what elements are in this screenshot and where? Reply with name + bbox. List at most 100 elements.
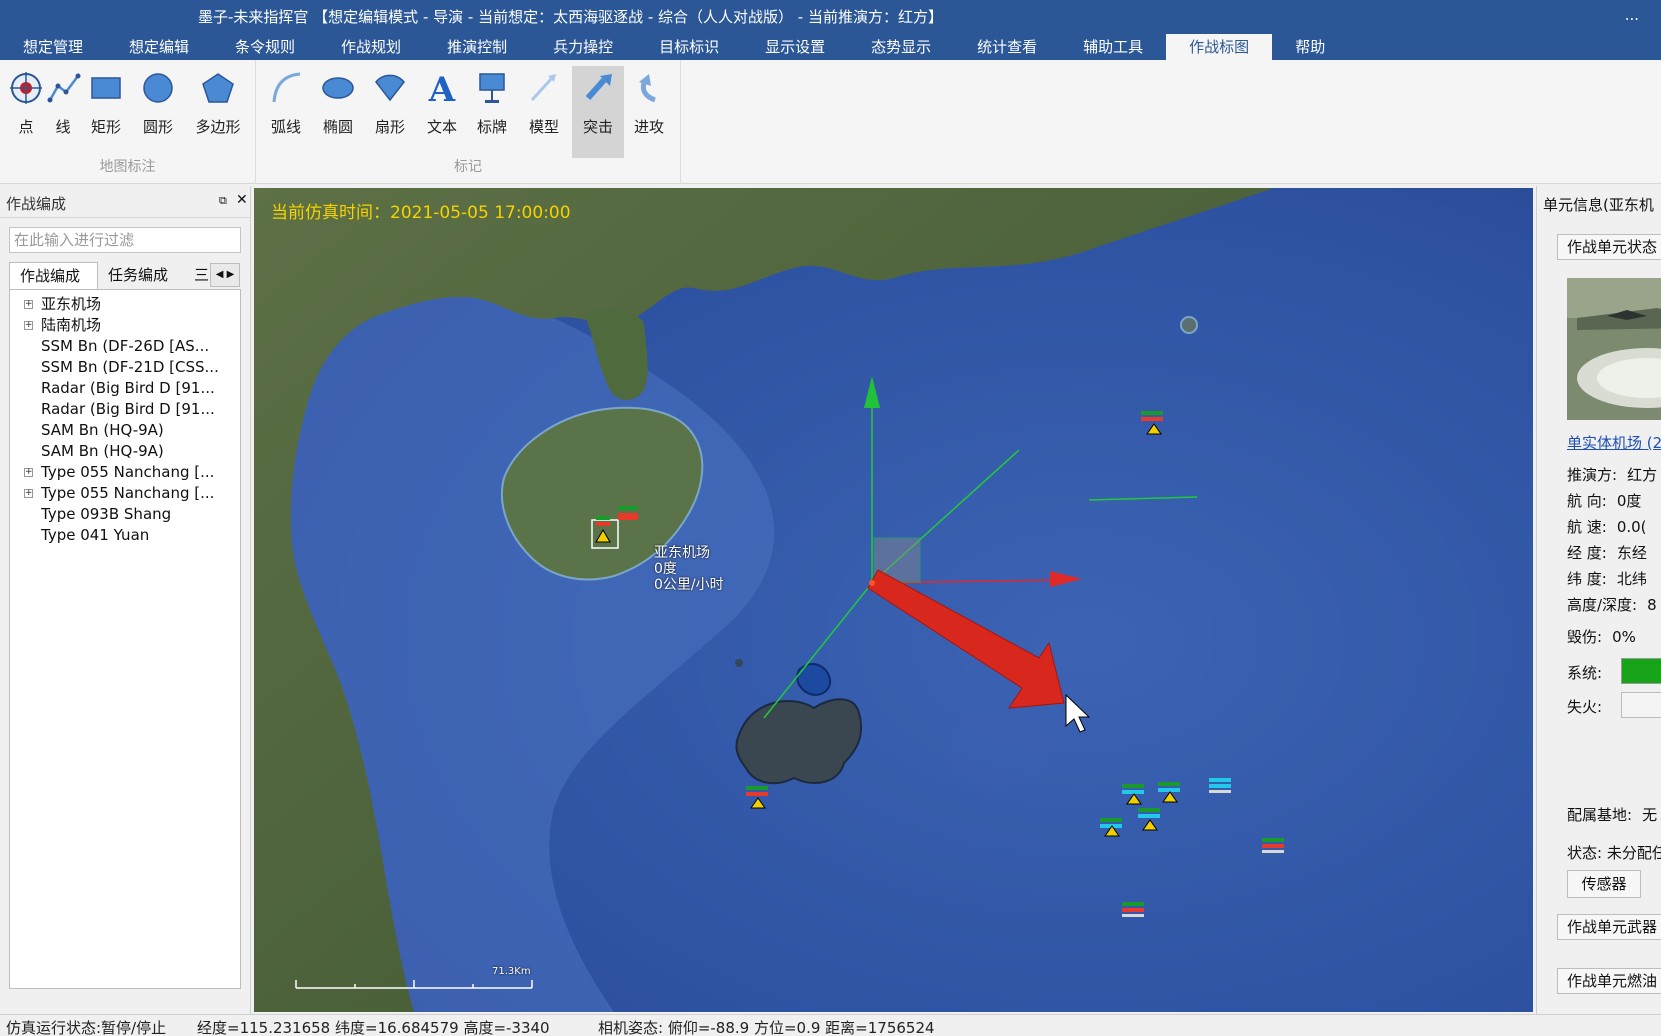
menu-sim-control[interactable]: 推演控制 — [424, 34, 530, 60]
tree-item-label: 亚东机场 — [41, 295, 102, 313]
unit-weapons-section[interactable]: 作战单元武器 — [1557, 914, 1661, 940]
fire-label: 失火: — [1567, 698, 1603, 716]
point-button[interactable]: 点 — [6, 66, 46, 158]
text-icon: A — [428, 70, 456, 110]
menu-doctrine[interactable]: 条令规则 — [212, 34, 318, 60]
lat-value: 北纬 — [1616, 570, 1647, 588]
menu-help[interactable]: 帮助 — [1272, 34, 1348, 60]
signboard-button[interactable]: 标牌 — [470, 66, 514, 158]
map-view[interactable]: 当前仿真时间：2021-05-05 17:00:00 亚东机场 0度 0公里/小… — [254, 188, 1533, 1012]
map-canvas[interactable] — [254, 188, 1533, 1012]
tree-item[interactable]: SSM Bn (DF-21D [CSS... — [24, 357, 219, 378]
arc-button[interactable]: 弧线 — [264, 66, 308, 158]
menu-situation-display[interactable]: 态势显示 — [848, 34, 954, 60]
assault-icon — [585, 74, 612, 100]
circle-button[interactable]: 圆形 — [136, 66, 180, 158]
tree-item[interactable]: SAM Bn (HQ-9A) — [24, 420, 164, 441]
tree-item[interactable]: SSM Bn (DF-26D [AS... — [24, 336, 209, 357]
tree-item[interactable]: + Type 055 Nanchang [... — [24, 483, 214, 504]
menu-statistics[interactable]: 统计查看 — [954, 34, 1060, 60]
polyline-button[interactable]: 线 — [46, 66, 81, 158]
main-menu-bar: 想定管理 想定编辑 条令规则 作战规划 推演控制 兵力操控 目标标识 显示设置 … — [0, 34, 1348, 60]
ribbon-toolbar: 点 线 矩形 圆形 多边形 地图标注 弧线 椭圆 扇形 A 文本 标牌 模型 突… — [0, 60, 1661, 184]
circle-button-label: 圆形 — [142, 118, 173, 136]
text-button-label: 文本 — [426, 118, 457, 136]
unit-marker-red[interactable] — [1262, 838, 1284, 853]
ribbon-group-label-markers: 标记 — [454, 159, 482, 175]
tree-item-label: SAM Bn (HQ-9A) — [41, 421, 164, 439]
tab-order-of-battle[interactable]: 作战编成 — [9, 262, 98, 289]
tree-item-label: SSM Bn (DF-21D [CSS... — [41, 358, 219, 376]
window-more-button[interactable]: ... — [1625, 6, 1639, 24]
tree-item-label: Radar (Big Bird D [91... — [41, 379, 215, 397]
menu-target-mark[interactable]: 目标标识 — [636, 34, 742, 60]
rectangle-button[interactable]: 矩形 — [84, 66, 128, 158]
attack-button[interactable]: 进攻 — [626, 66, 672, 158]
tree-item[interactable]: Type 041 Yuan — [24, 525, 149, 546]
menu-tools[interactable]: 辅助工具 — [1060, 34, 1166, 60]
expand-icon[interactable]: + — [24, 468, 33, 477]
unit-link-text[interactable]: 单实体机场 (2 — [1567, 434, 1661, 452]
cursor-coordinates: 经度=115.231658 纬度=16.684579 高度=-3340 — [197, 1019, 550, 1036]
tree-item[interactable]: SAM Bn (HQ-9A) — [24, 441, 164, 462]
menu-scenario-manage[interactable]: 想定管理 — [0, 34, 106, 60]
panel-title: 单元信息(亚东机 — [1543, 196, 1654, 214]
ellipse-button[interactable]: 椭圆 — [316, 66, 360, 158]
sector-button[interactable]: 扇形 — [368, 66, 412, 158]
pin-icon[interactable]: ⧉ — [219, 194, 227, 208]
signboard-icon — [479, 73, 505, 103]
tree-item[interactable]: + Type 055 Nanchang [... — [24, 462, 214, 483]
speed-label: 航 速: — [1567, 518, 1607, 536]
tree-item[interactable]: Radar (Big Bird D [91... — [24, 378, 215, 399]
sensor-button[interactable]: 传感器 — [1567, 870, 1641, 898]
menu-scenario-edit[interactable]: 想定编辑 — [106, 34, 212, 60]
circle-icon — [143, 73, 173, 103]
side-label: 推演方: — [1567, 466, 1618, 484]
base-value: 无 — [1642, 806, 1658, 824]
model-icon — [530, 74, 556, 102]
window-title: 墨子-未来指挥官 【想定编辑模式 - 导演 - 当前想定：太西海驱逐战 - 综合… — [198, 8, 943, 26]
polygon-button-label: 多边形 — [195, 118, 241, 136]
close-icon[interactable]: ✕ — [236, 192, 248, 208]
unit-status-section[interactable]: 作战单元状态 — [1557, 234, 1661, 260]
tree-item[interactable]: + 亚东机场 — [24, 294, 101, 315]
model-button[interactable]: 模型 — [522, 66, 566, 158]
polyline-icon — [47, 73, 81, 103]
sector-button-label: 扇形 — [374, 118, 405, 136]
speed-row: 航 速: 0.0( — [1567, 516, 1647, 537]
menu-force-control[interactable]: 兵力操控 — [530, 34, 636, 60]
sector-icon — [375, 74, 405, 102]
tab-mission-org[interactable]: 任务编成 — [98, 262, 188, 289]
text-button[interactable]: A 文本 — [420, 66, 464, 158]
unit-fuel-section[interactable]: 作战单元燃油 — [1557, 968, 1661, 994]
assignment-state: 状态: 未分配任 — [1567, 844, 1661, 862]
panel-header: 作战编成 ⧉ ✕ — [0, 186, 251, 218]
menu-planning[interactable]: 作战规划 — [318, 34, 424, 60]
tree-item-label: SSM Bn (DF-26D [AS... — [41, 337, 210, 355]
tree-item-label: Type 041 Yuan — [41, 526, 150, 544]
polygon-button[interactable]: 多边形 — [188, 66, 248, 158]
unit-info-panel: 单元信息(亚东机 作战单元状态 单实体机场 (2 推演方: 红方 航 向: 0度 航… — [1536, 186, 1661, 1014]
title-bar: 墨子-未来指挥官 【想定编辑模式 - 导演 - 当前想定：太西海驱逐战 - 综合… — [0, 0, 1661, 60]
expand-icon[interactable]: + — [24, 300, 33, 309]
tree-item[interactable]: Type 093B Shang — [24, 504, 171, 525]
damage-label: 毁伤: — [1567, 628, 1603, 646]
gizmo-origin[interactable] — [869, 580, 875, 586]
fire-status-bar — [1621, 692, 1661, 718]
assault-button[interactable]: 突击 — [572, 66, 624, 158]
tree-item[interactable]: Radar (Big Bird D [91... — [24, 399, 215, 420]
polygon-icon — [202, 73, 234, 103]
menu-battle-plotting[interactable]: 作战标图 — [1166, 34, 1273, 60]
filter-input[interactable] — [9, 227, 241, 253]
application-window: 墨子-未来指挥官 【想定编辑模式 - 导演 - 当前想定：太西海驱逐战 - 综合… — [0, 0, 1661, 1036]
menu-display-settings[interactable]: 显示设置 — [742, 34, 848, 60]
unit-link[interactable]: 单实体机场 (2 — [1567, 432, 1661, 453]
unit-marker-blue[interactable] — [1209, 778, 1231, 793]
tab-scroll-arrows[interactable]: ◀ ▶ — [210, 263, 240, 287]
panel-title: 作战编成 — [6, 195, 67, 213]
expand-icon[interactable]: + — [24, 489, 33, 498]
expand-icon[interactable]: + — [24, 321, 33, 330]
status-bar: 仿真运行状态:暂停/停止 经度=115.231658 纬度=16.684579 … — [0, 1014, 1661, 1036]
tree-item[interactable]: + 陆南机场 — [24, 315, 101, 336]
unit-marker-red[interactable] — [1122, 902, 1144, 917]
